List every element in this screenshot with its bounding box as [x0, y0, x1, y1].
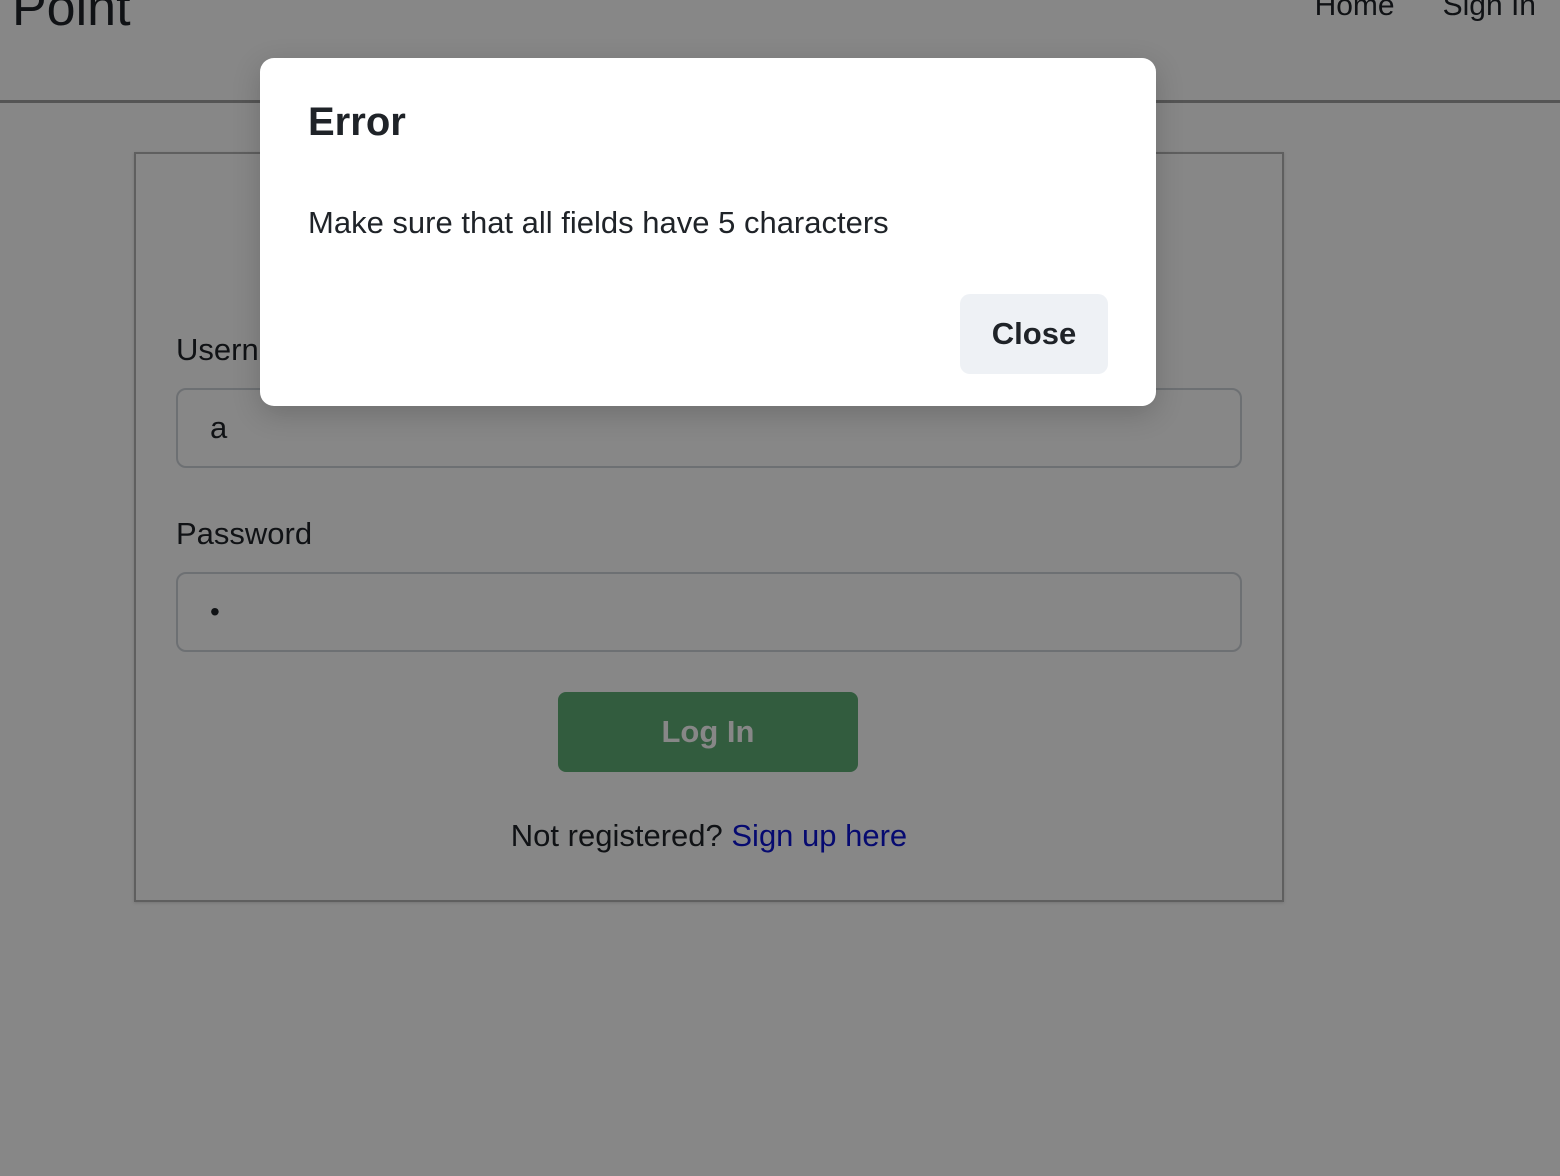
- modal-message: Make sure that all fields have 5 charact…: [308, 205, 889, 240]
- close-button[interactable]: Close: [960, 294, 1108, 374]
- modal-title: Error: [308, 100, 406, 144]
- error-modal: Error Make sure that all fields have 5 c…: [260, 58, 1156, 406]
